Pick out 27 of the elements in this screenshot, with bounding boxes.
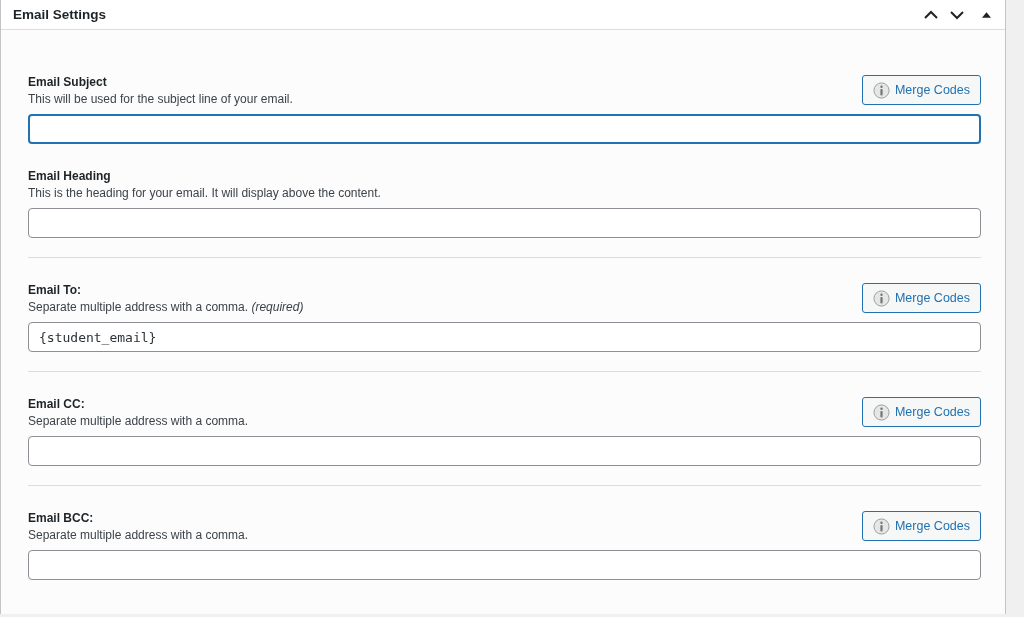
panel-title: Email Settings	[13, 7, 107, 22]
info-icon	[872, 517, 890, 535]
field-label: Email To:	[28, 282, 83, 299]
field-label: Email Subject	[28, 74, 108, 91]
text-field[interactable]	[28, 208, 981, 238]
field-description: This will be used for the subject line of your email.	[28, 91, 293, 108]
field-description: Separate multiple address with a comma.	[28, 413, 249, 430]
merge-codes-button[interactable]: Merge Codes	[861, 283, 981, 313]
move-down-icon[interactable]	[950, 9, 964, 20]
field-label: Email BCC:	[28, 510, 95, 527]
text-field[interactable]	[28, 114, 981, 144]
field-description: Separate multiple address with a comma. (required)	[28, 299, 304, 316]
collapse-icon[interactable]	[982, 11, 991, 18]
info-icon	[872, 81, 890, 99]
info-icon	[872, 403, 890, 421]
field-description: This is the heading for your email. It will display above the content.	[28, 185, 381, 202]
field-label: Email CC:	[28, 396, 86, 413]
field-label: Email Heading	[28, 168, 112, 185]
text-field[interactable]	[28, 436, 981, 466]
merge-codes-button[interactable]: Merge Codes	[861, 75, 981, 105]
move-up-icon[interactable]	[924, 9, 938, 20]
merge-codes-button[interactable]: Merge Codes	[861, 397, 981, 427]
info-icon	[872, 289, 890, 307]
field-description: Separate multiple address with a comma.	[28, 527, 249, 544]
text-field[interactable]	[28, 550, 981, 580]
text-field[interactable]: {student_email}	[28, 322, 981, 352]
merge-codes-button[interactable]: Merge Codes	[861, 511, 981, 541]
